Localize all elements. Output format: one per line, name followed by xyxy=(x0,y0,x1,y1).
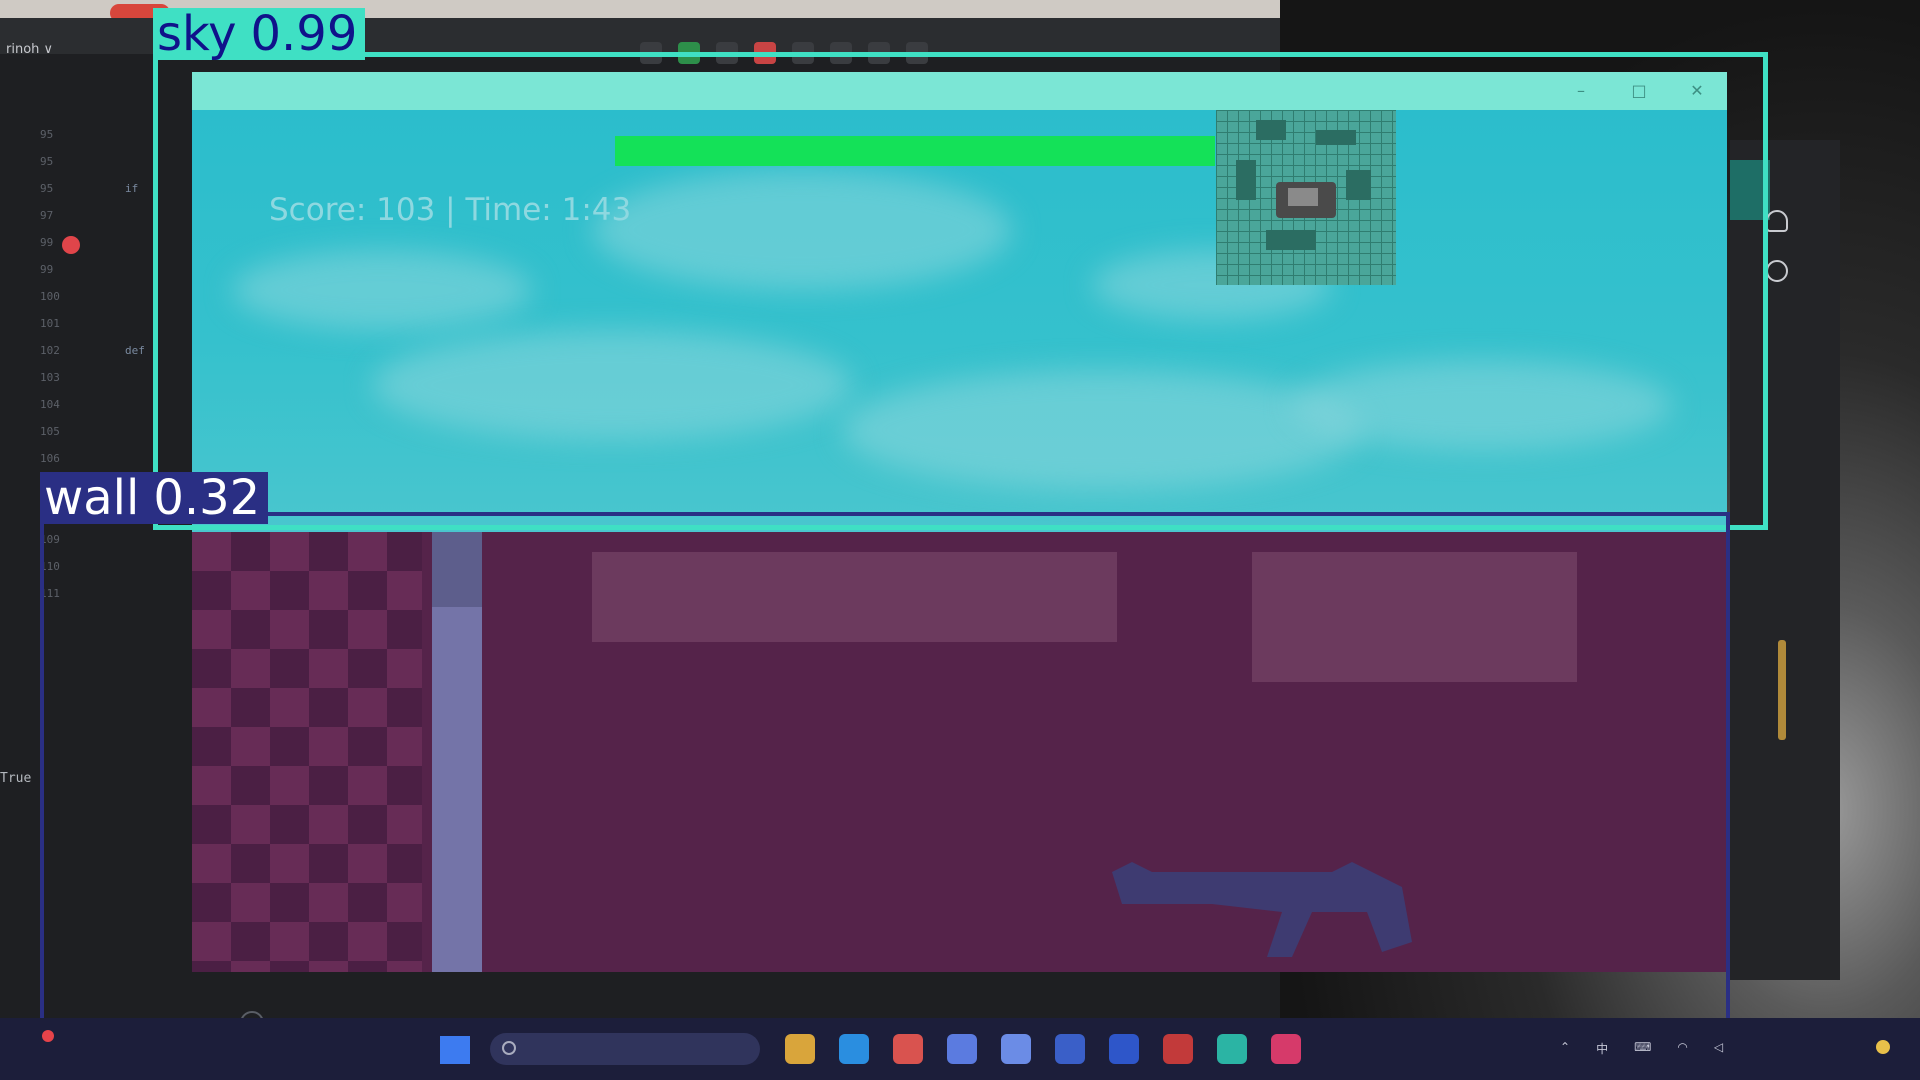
line-number: 101 xyxy=(40,317,60,330)
input-method-icon[interactable]: 中 xyxy=(1596,1040,1608,1057)
desktop: rinoh ∨ 95 95 95 97 99 99 100 101 102 103 104 105 10… xyxy=(0,0,1920,1080)
weather-icon xyxy=(42,1030,54,1042)
volume-icon[interactable]: ◁ xyxy=(1714,1040,1723,1057)
line-number: 104 xyxy=(40,398,60,411)
weather-widget[interactable] xyxy=(42,1030,60,1045)
line-number: 100 xyxy=(40,290,60,303)
wall-detection-label: wall 0.32 xyxy=(40,470,269,526)
sky-detection-label: sky 0.99 xyxy=(153,6,366,62)
line-number: 99 xyxy=(40,263,54,276)
line-number: 95 xyxy=(40,128,54,141)
taskbar-apps xyxy=(785,1034,1325,1064)
notification-icon[interactable] xyxy=(1876,1040,1890,1054)
line-number: 105 xyxy=(40,425,60,438)
keyboard-icon[interactable]: ⌨ xyxy=(1634,1040,1651,1057)
wall-detection-box xyxy=(40,512,1730,1052)
line-number: 95 xyxy=(40,155,54,168)
edge-icon[interactable] xyxy=(839,1034,869,1064)
wifi-icon[interactable]: ◠ xyxy=(1677,1040,1687,1057)
line-number: 97 xyxy=(40,209,54,222)
app-icon-a[interactable] xyxy=(893,1034,923,1064)
taskbar-search[interactable] xyxy=(490,1033,760,1065)
start-button[interactable] xyxy=(440,1036,470,1064)
breakpoint-icon[interactable] xyxy=(62,236,80,254)
app-icon-b[interactable] xyxy=(1001,1034,1031,1064)
file-explorer-icon[interactable] xyxy=(785,1034,815,1064)
app-icon-d[interactable] xyxy=(1109,1034,1139,1064)
line-number: 102 xyxy=(40,344,60,357)
sky-detection-box xyxy=(153,52,1768,530)
line-number: 103 xyxy=(40,371,60,384)
system-tray: ⌃ 中 ⌨ ◠ ◁ xyxy=(1560,1040,1723,1057)
wall-confidence: 0.32 xyxy=(153,470,261,526)
app-icon-f[interactable] xyxy=(1271,1034,1301,1064)
app-icon-c[interactable] xyxy=(1055,1034,1085,1064)
search-icon xyxy=(502,1041,516,1055)
line-number: 95 xyxy=(40,182,54,195)
chevron-up-icon[interactable]: ⌃ xyxy=(1560,1040,1570,1057)
notifications-icon[interactable] xyxy=(1766,210,1788,232)
project-selector[interactable]: rinoh ∨ xyxy=(6,42,53,57)
sky-label-text: sky xyxy=(157,6,237,62)
scrollbar-marker[interactable] xyxy=(1778,640,1786,740)
ai-assistant-icon[interactable] xyxy=(1766,260,1788,282)
app-icon-e[interactable] xyxy=(1163,1034,1193,1064)
wall-label-text: wall xyxy=(44,470,140,526)
sky-confidence: 0.99 xyxy=(250,6,358,62)
store-icon[interactable] xyxy=(947,1034,977,1064)
pycharm-icon[interactable] xyxy=(1217,1034,1247,1064)
